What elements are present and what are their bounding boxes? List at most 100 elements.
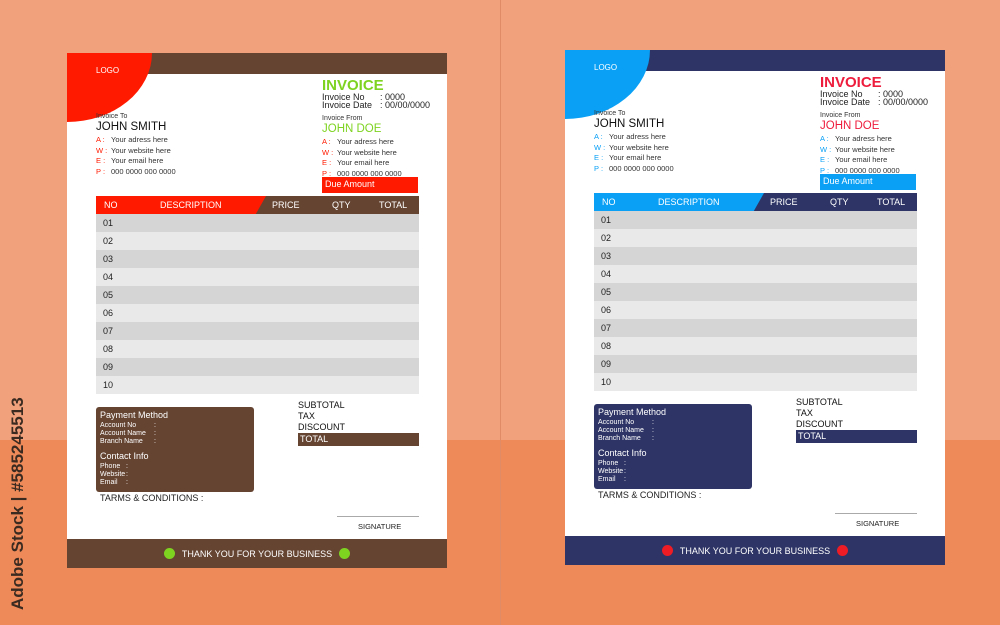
row-key: A : (820, 134, 829, 143)
row-value: Your email here (337, 158, 390, 167)
due-amount: Due Amount (322, 177, 418, 193)
table-row: 04 (594, 265, 917, 283)
contact-line-label: Email (100, 479, 118, 486)
dot-icon (837, 545, 849, 556)
total-box: TOTAL (796, 430, 917, 443)
to-contact-row: A : Your adress here (96, 135, 168, 144)
payment-line-label: Account Name (598, 427, 644, 434)
from-contact-row: A : Your adress here (820, 134, 892, 143)
table-row: 06 (96, 304, 419, 322)
row-number: 05 (103, 290, 114, 300)
invoice-date: : 00/00/0000 (380, 100, 431, 110)
row-number: 04 (103, 272, 114, 282)
row-number: 10 (103, 380, 114, 390)
table-row: 03 (594, 247, 917, 265)
table-row: 10 (96, 376, 419, 394)
row-key: E : (322, 158, 332, 167)
table-row: 05 (96, 286, 419, 304)
signature-line (835, 513, 917, 514)
contact-line: Phone: (100, 463, 128, 470)
payment-box: Payment Method Account No: Account Name: Br… (594, 404, 752, 489)
row-key: A : (322, 137, 331, 146)
invoice-to-name: JOHN SMITH (96, 121, 167, 133)
payment-line-label: Account No (598, 419, 635, 426)
dot-icon (339, 548, 351, 559)
summary-line: DISCOUNT (298, 422, 345, 432)
row-number: 05 (601, 287, 612, 297)
row-value: Your adress here (835, 134, 892, 143)
summary-line: SUBTOTAL (298, 400, 345, 410)
invoice-date-label: Invoice Date (820, 97, 871, 107)
contact-title: Contact Info (598, 448, 647, 458)
payment-line: Account No: (598, 419, 654, 426)
corner-shape (67, 53, 152, 122)
contact-line: Website: (100, 471, 128, 478)
row-value: Your adress here (337, 137, 394, 146)
payment-line: Branch Name: (100, 438, 156, 445)
total-box: TOTAL (298, 433, 419, 446)
table-row: 08 (96, 340, 419, 358)
invoice-template-navy-blue: LOGO INVOICE Invoice No: 0000 Invoice Date:… (565, 50, 945, 565)
table-header: NO DESCRIPTION PRICE QTY TOTAL (96, 196, 419, 214)
terms-conditions: TARMS & CONDITIONS : (100, 493, 204, 503)
row-key: A : (96, 135, 105, 144)
to-contact-row: P : 000 0000 000 0000 (594, 164, 674, 173)
to-contact-row: E : Your email here (96, 156, 163, 165)
row-value: 000 0000 000 0000 (111, 166, 176, 176)
footer-text: THANK YOU FOR YOUR BUSINESS (679, 545, 831, 556)
to-contact-row: W : Your website here (594, 143, 669, 152)
corner-shape (565, 50, 650, 119)
row-value: Your adress here (111, 135, 168, 144)
column-header: DESCRIPTION (658, 197, 720, 207)
payment-line-label: Branch Name (598, 435, 641, 442)
payment-line-label: Account Name (100, 430, 146, 437)
payment-title: Payment Method (100, 410, 169, 420)
row-number: 01 (601, 215, 612, 225)
summary-line: DISCOUNT (796, 419, 843, 429)
summary-line: TAX (298, 411, 315, 421)
column-header: DESCRIPTION (160, 200, 222, 210)
contact-line: Website: (598, 468, 626, 475)
row-value: Your website here (337, 147, 397, 157)
table-row: 09 (96, 358, 419, 376)
row-key: W : (594, 142, 606, 152)
stock-watermark: Adobe Stock | #585245513 (8, 397, 27, 610)
due-amount: Due Amount (820, 174, 916, 190)
column-header: NO (602, 197, 616, 207)
contact-line: Email: (598, 476, 626, 483)
summary-line: SUBTOTAL (796, 397, 843, 407)
row-key: A : (594, 132, 603, 141)
payment-line: Account Name: (100, 430, 156, 437)
payment-title: Payment Method (598, 407, 667, 417)
row-number: 01 (103, 218, 114, 228)
payment-line: Account No: (100, 422, 156, 429)
contact-line-label: Email (598, 476, 616, 483)
table-row: 07 (594, 319, 917, 337)
payment-line: Account Name: (598, 427, 654, 434)
contact-line-label: Website (598, 468, 624, 475)
table-row: 10 (594, 373, 917, 391)
column-header: NO (104, 200, 118, 210)
row-value: Your website here (609, 142, 669, 152)
row-number: 07 (103, 326, 114, 336)
row-number: 09 (601, 359, 612, 369)
invoice-date: : 00/00/0000 (878, 97, 929, 107)
row-value: 000 0000 000 0000 (609, 163, 674, 173)
column-header: QTY (830, 197, 849, 207)
to-contact-row: E : Your email here (594, 153, 661, 162)
table-header: NO DESCRIPTION PRICE QTY TOTAL (594, 193, 917, 211)
row-key: P : (594, 163, 604, 173)
invoice-to-label: Invoice To (96, 113, 128, 120)
footer-bar: THANK YOU FOR YOUR BUSINESS (565, 536, 945, 565)
invoice-to-name: JOHN SMITH (594, 118, 665, 130)
invoice-date-label: Invoice Date (322, 100, 373, 110)
row-key: W : (96, 145, 108, 155)
row-number: 06 (601, 305, 612, 315)
row-number: 08 (103, 344, 114, 354)
row-key: E : (96, 156, 106, 165)
contact-line-label: Phone (100, 463, 121, 470)
to-contact-row: W : Your website here (96, 146, 171, 155)
contact-line-label: Phone (598, 460, 619, 467)
row-number: 10 (601, 377, 612, 387)
to-contact-row: A : Your adress here (594, 132, 666, 141)
